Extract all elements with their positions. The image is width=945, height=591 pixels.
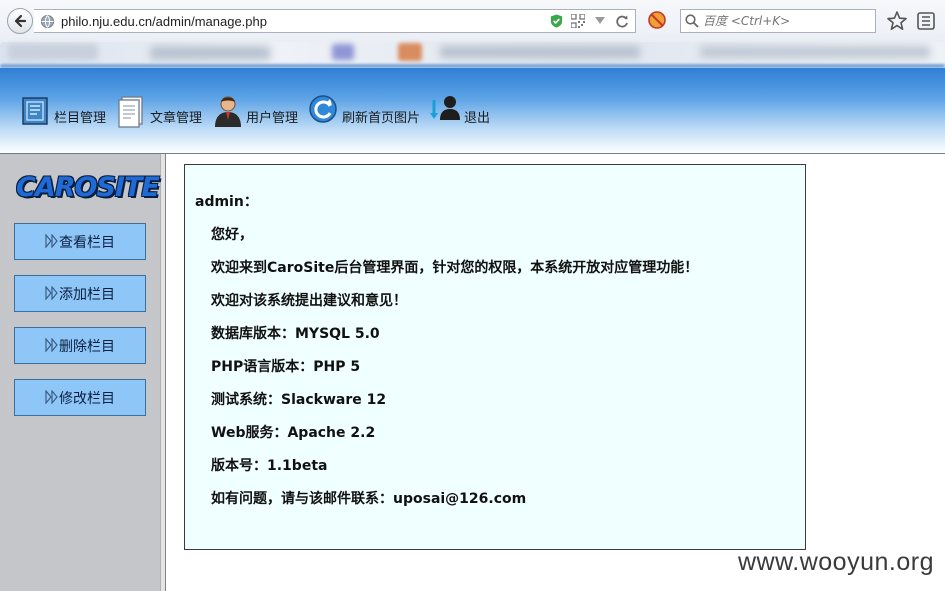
nav-column-manage[interactable]: 栏目管理	[20, 84, 106, 128]
button-label: 删除栏目	[59, 338, 115, 355]
greeting-text: 您好，	[211, 227, 253, 243]
double-chevron-icon	[45, 234, 58, 248]
view-column-button[interactable]: 查看栏目	[14, 223, 146, 260]
shield-icon[interactable]	[547, 12, 565, 30]
delete-column-button[interactable]: 删除栏目	[14, 327, 146, 364]
double-chevron-icon	[45, 286, 58, 300]
qrcode-icon[interactable]	[569, 12, 587, 30]
feedback-text: 欢迎对该系统提出建议和意见！	[211, 293, 407, 309]
database-version: 数据库版本：MYSQL 5.0	[211, 326, 380, 342]
logout-icon	[430, 96, 460, 120]
bookmarks-bar-blurred	[0, 38, 945, 68]
reload-icon[interactable]	[613, 12, 631, 30]
nav-label: 刷新首页图片	[342, 111, 421, 126]
nav-label: 退出	[464, 111, 491, 126]
article-icon	[118, 96, 143, 128]
watermark: www.wooyun.org	[738, 548, 934, 576]
button-label: 添加栏目	[59, 286, 115, 303]
globe-icon	[40, 14, 55, 28]
welcome-panel: admin： 您好， 欢迎来到CaroSite后台管理界面，针对您的权限，本系统…	[184, 164, 806, 550]
nav-label: 文章管理	[150, 111, 203, 126]
site-header: 栏目管理 文章管理 用户管理 刷新首页图片 退出	[0, 68, 945, 154]
search-box[interactable]	[680, 9, 876, 33]
button-label: 修改栏目	[59, 390, 115, 407]
back-arrow-icon	[14, 14, 27, 28]
search-icon	[685, 14, 699, 28]
nav-article-manage[interactable]: 文章管理	[116, 84, 202, 128]
nav-refresh-home-images[interactable]: 刷新首页图片	[308, 84, 420, 128]
reading-list-icon[interactable]	[916, 11, 936, 31]
double-chevron-icon	[45, 390, 58, 404]
double-chevron-icon	[45, 338, 58, 352]
php-version: PHP语言版本：PHP 5	[211, 359, 361, 375]
web-service: Web服务：Apache 2.2	[211, 425, 376, 441]
refresh-icon	[309, 95, 337, 123]
button-label: 查看栏目	[59, 234, 115, 251]
sidebar-divider[interactable]	[160, 154, 166, 591]
nav-logout[interactable]: 退出	[430, 84, 490, 128]
admin-username: admin：	[195, 194, 258, 210]
dropdown-arrow-icon[interactable]	[591, 12, 609, 30]
search-input[interactable]	[703, 14, 863, 28]
add-column-button[interactable]: 添加栏目	[14, 275, 146, 312]
contact-email: 如有问题，请与该邮件联系：uposai@126.com	[211, 491, 527, 507]
bookmark-star-icon[interactable]	[886, 10, 908, 32]
test-system: 测试系统：Slackware 12	[211, 392, 387, 408]
nav-label: 栏目管理	[54, 111, 107, 126]
adblock-icon[interactable]	[648, 11, 666, 29]
version-number: 版本号：1.1beta	[211, 458, 328, 474]
user-icon	[215, 96, 241, 127]
welcome-text: 欢迎来到CaroSite后台管理界面，针对您的权限，本系统开放对应管理功能！	[211, 260, 699, 276]
nav-label: 用户管理	[246, 111, 299, 126]
edit-column-button[interactable]: 修改栏目	[14, 379, 146, 416]
back-button[interactable]	[7, 8, 33, 34]
sidebar	[0, 154, 166, 591]
address-bar[interactable]: philo.nju.edu.cn/admin/manage.php	[34, 9, 636, 33]
browser-toolbar: philo.nju.edu.cn/admin/manage.php	[0, 0, 945, 68]
site-logo: CAROSITE	[16, 172, 160, 203]
url-text[interactable]: philo.nju.edu.cn/admin/manage.php	[61, 14, 547, 29]
column-icon	[22, 97, 48, 125]
nav-user-manage[interactable]: 用户管理	[212, 84, 298, 128]
